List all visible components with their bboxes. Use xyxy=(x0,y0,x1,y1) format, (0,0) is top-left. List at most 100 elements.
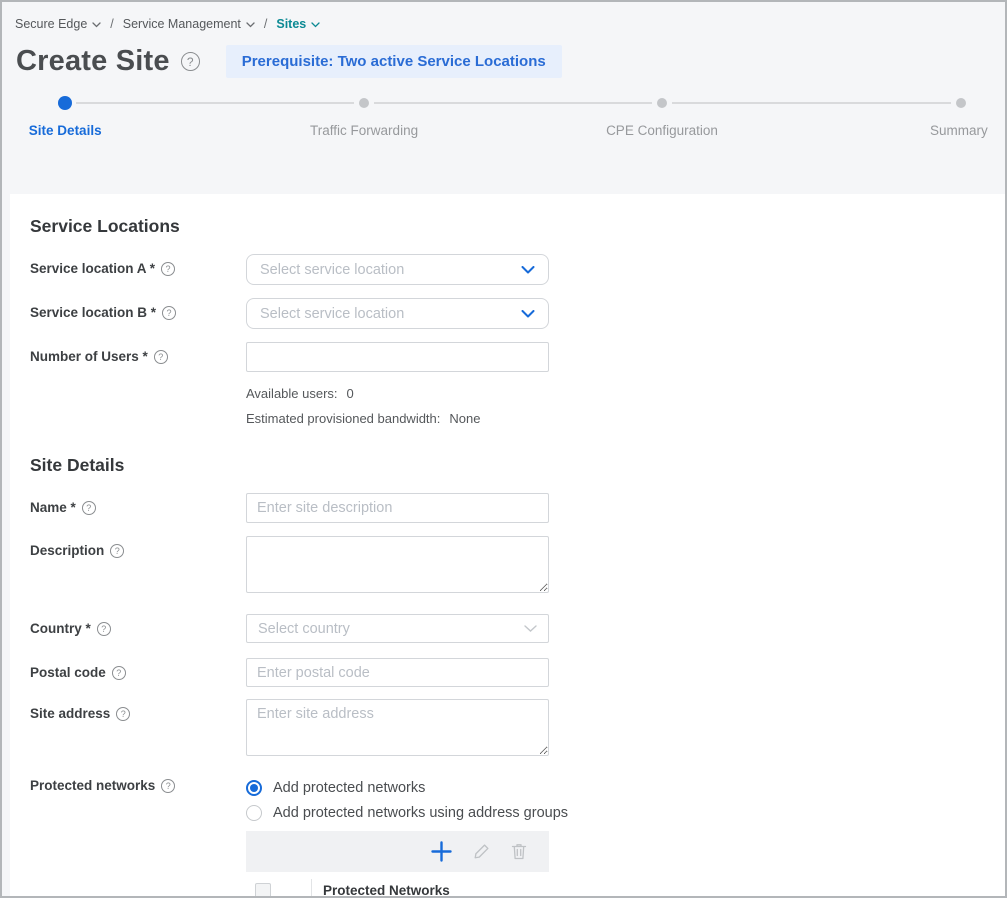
help-icon[interactable]: ? xyxy=(161,262,175,276)
field-label-text: Protected networks xyxy=(30,778,155,793)
field-label: Postal code ? xyxy=(30,658,246,687)
service-location-a-dropdown[interactable]: Select service location xyxy=(246,254,549,285)
breadcrumb-label: Secure Edge xyxy=(15,17,87,31)
breadcrumb-separator: / xyxy=(110,17,113,31)
available-users-info: Available users: 0 xyxy=(246,384,1005,402)
protected-networks-toolbar xyxy=(246,831,549,872)
step-dot-traffic-forwarding[interactable] xyxy=(359,98,369,108)
breadcrumb-separator: / xyxy=(264,17,267,31)
field-label-text: Number of Users * xyxy=(30,349,148,364)
breadcrumb-label: Service Management xyxy=(123,17,241,31)
help-icon[interactable]: ? xyxy=(154,350,168,364)
chevron-down-icon xyxy=(521,310,535,318)
protected-networks-table-header: Protected Networks xyxy=(246,872,549,896)
available-users-value: 0 xyxy=(347,386,354,401)
chevron-down-icon xyxy=(524,625,537,632)
field-label-text: Name * xyxy=(30,500,76,515)
step-label-traffic-forwarding[interactable]: Traffic Forwarding xyxy=(304,121,424,141)
protected-networks-radio-group: Add protected networks Add protected net… xyxy=(246,775,568,825)
breadcrumb-item-sites[interactable]: Sites xyxy=(276,17,320,31)
help-icon[interactable]: ? xyxy=(110,544,124,558)
step-dot-site-details[interactable] xyxy=(58,96,72,110)
radio-label: Add protected networks xyxy=(273,780,425,796)
edit-button[interactable] xyxy=(472,842,491,861)
service-location-b-dropdown[interactable]: Select service location xyxy=(246,298,549,329)
add-button[interactable] xyxy=(430,840,453,863)
field-label-text: Description xyxy=(30,543,104,558)
step-label-summary[interactable]: Summary xyxy=(917,121,1001,141)
prerequisite-badge: Prerequisite: Two active Service Locatio… xyxy=(226,45,562,78)
section-heading-service-locations: Service Locations xyxy=(30,216,1005,238)
field-row-protected-networks: Protected networks ? Add protected netwo… xyxy=(30,775,1005,825)
plus-icon xyxy=(430,840,453,863)
field-label: Service location A * ? xyxy=(30,254,246,285)
create-site-page: Secure Edge / Service Management / Sites… xyxy=(0,0,1007,898)
section-heading-site-details: Site Details xyxy=(30,455,1005,477)
chevron-down-icon xyxy=(92,22,101,28)
radio-selected-icon[interactable] xyxy=(246,780,262,796)
country-select[interactable]: Select country xyxy=(246,614,549,643)
field-label-text: Postal code xyxy=(30,665,106,680)
field-label: Service location B * ? xyxy=(30,298,246,329)
chevron-down-icon xyxy=(311,22,320,28)
dropdown-placeholder: Select service location xyxy=(260,306,404,322)
step-connector xyxy=(76,102,354,104)
breadcrumb-label: Sites xyxy=(276,17,306,31)
chevron-down-icon xyxy=(521,266,535,274)
field-label-text: Service location B * xyxy=(30,305,156,320)
field-label: Number of Users * ? xyxy=(30,342,246,372)
breadcrumb-item-service-management[interactable]: Service Management xyxy=(123,17,255,31)
protected-networks-grid: Protected Networks xyxy=(246,831,549,896)
field-row-service-location-a: Service location A * ? Select service lo… xyxy=(30,254,1005,285)
site-address-textarea[interactable] xyxy=(246,699,549,756)
dropdown-placeholder: Select service location xyxy=(260,262,404,278)
field-row-postal-code: Postal code ? xyxy=(30,658,1005,687)
bandwidth-label: Estimated provisioned bandwidth: xyxy=(246,411,440,426)
radio-option-add-protected-networks[interactable]: Add protected networks xyxy=(246,775,568,800)
help-icon[interactable]: ? xyxy=(162,306,176,320)
radio-option-add-protected-networks-address-groups[interactable]: Add protected networks using address gro… xyxy=(246,800,568,825)
column-header-protected-networks: Protected Networks xyxy=(323,883,450,896)
delete-button[interactable] xyxy=(510,842,528,861)
postal-code-input[interactable] xyxy=(246,658,549,687)
help-icon[interactable]: ? xyxy=(181,52,200,71)
page-title: Create Site xyxy=(16,45,170,78)
number-of-users-input[interactable] xyxy=(246,342,549,372)
radio-unselected-icon[interactable] xyxy=(246,805,262,821)
bandwidth-info: Estimated provisioned bandwidth: None xyxy=(246,409,1005,427)
breadcrumb-item-secure-edge[interactable]: Secure Edge xyxy=(15,17,101,31)
step-label-site-details[interactable]: Site Details xyxy=(5,121,125,141)
pencil-icon xyxy=(472,842,491,861)
site-name-input[interactable] xyxy=(246,493,549,523)
step-connector xyxy=(374,102,652,104)
field-label: Country * ? xyxy=(30,614,246,643)
field-row-service-location-b: Service location B * ? Select service lo… xyxy=(30,298,1005,329)
field-label: Site address ? xyxy=(30,699,246,761)
form-card: Service Locations Service location A * ?… xyxy=(10,194,1005,896)
help-icon[interactable]: ? xyxy=(82,501,96,515)
description-textarea[interactable] xyxy=(246,536,549,593)
field-row-number-of-users: Number of Users * ? xyxy=(30,342,1005,372)
step-dot-cpe-configuration[interactable] xyxy=(657,98,667,108)
chevron-down-icon xyxy=(246,22,255,28)
field-label-text: Country * xyxy=(30,621,91,636)
field-label-text: Site address xyxy=(30,706,110,721)
help-icon[interactable]: ? xyxy=(112,666,126,680)
step-label-cpe-configuration[interactable]: CPE Configuration xyxy=(602,121,722,141)
breadcrumb: Secure Edge / Service Management / Sites xyxy=(2,2,1005,31)
field-label: Description ? xyxy=(30,536,246,598)
field-row-country: Country * ? Select country xyxy=(30,614,1005,643)
help-icon[interactable]: ? xyxy=(116,707,130,721)
step-dot-summary[interactable] xyxy=(956,98,966,108)
field-row-name: Name * ? xyxy=(30,493,1005,523)
field-row-description: Description ? xyxy=(30,536,1005,598)
step-connector xyxy=(672,102,951,104)
wizard-stepper: Site Details Traffic Forwarding CPE Conf… xyxy=(2,85,1005,165)
field-label: Protected networks ? xyxy=(30,775,246,825)
select-all-checkbox[interactable] xyxy=(255,883,271,897)
field-label-text: Service location A * xyxy=(30,261,155,276)
trash-icon xyxy=(510,842,528,861)
help-icon[interactable]: ? xyxy=(161,779,175,793)
help-icon[interactable]: ? xyxy=(97,622,111,636)
field-row-site-address: Site address ? xyxy=(30,699,1005,761)
